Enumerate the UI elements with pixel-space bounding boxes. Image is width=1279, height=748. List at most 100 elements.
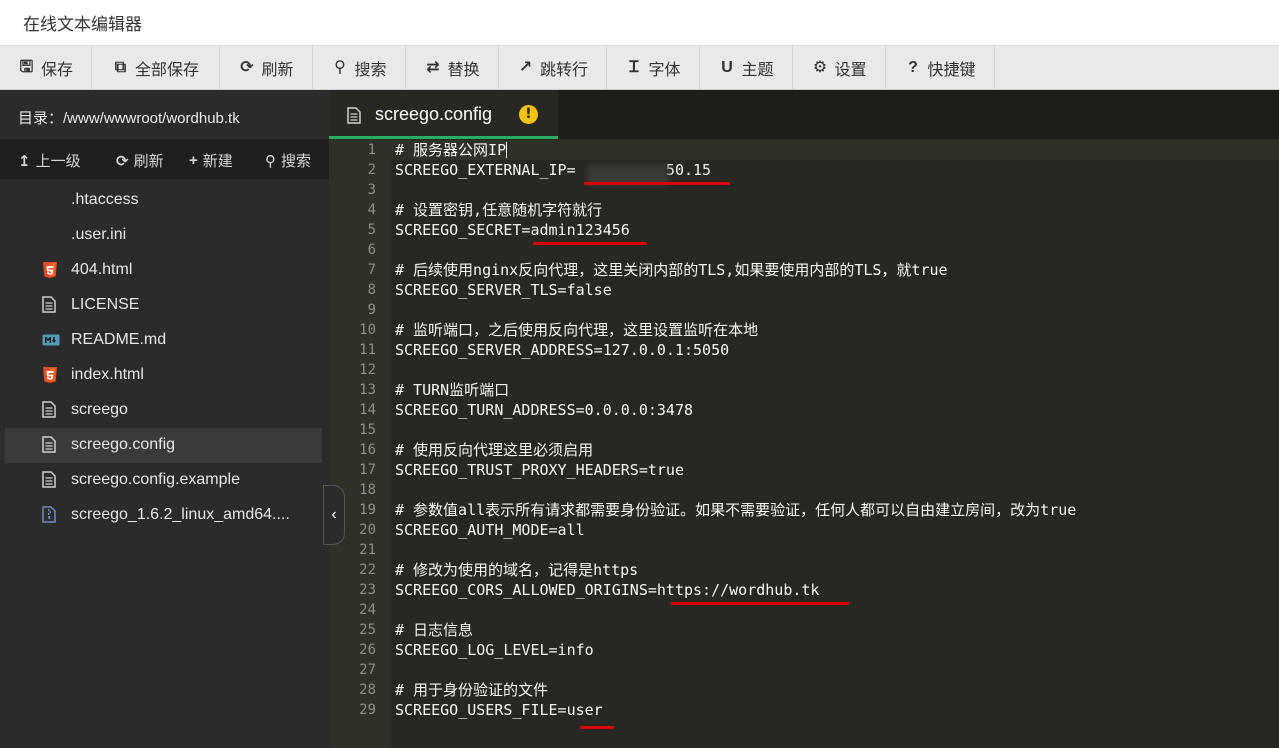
help-icon: ? <box>908 59 918 76</box>
unsaved-warning-icon: ! <box>519 105 538 124</box>
code-line: 9 <box>329 300 1279 320</box>
toolbar-theme-button[interactable]: U 主题 <box>700 46 793 90</box>
line-number: 6 <box>367 242 376 258</box>
file-item[interactable]: .user.ini <box>5 218 322 253</box>
copy-icon: ⧉ <box>114 59 127 76</box>
sidebar-actions: ↥ 上一级 ⟳ 刷新 + 新建 ⚲ 搜索 <box>0 139 329 179</box>
line-text: SCREEGO_TRUST_PROXY_HEADERS=true <box>395 461 684 479</box>
toolbar-replace-button[interactable]: ⇄ 替换 <box>406 46 499 90</box>
line-number: 8 <box>367 282 376 298</box>
toolbar-shortcuts-button[interactable]: ? 快捷键 <box>886 46 995 90</box>
file-item[interactable]: README.md <box>5 323 322 358</box>
file-sidebar: 目录：/www/wwwroot/wordhub.tk ↥ 上一级 ⟳ 刷新 + 新建 … <box>0 90 329 748</box>
replace-icon: ⇄ <box>426 59 440 76</box>
file-name: screego.config <box>71 436 176 453</box>
document-icon <box>42 401 58 419</box>
collapse-sidebar-button[interactable]: ‹ <box>323 485 345 545</box>
html5-icon <box>42 366 58 384</box>
code-line: 11 SCREEGO_SERVER_ADDRESS=127.0.0.1:5050 <box>329 340 1279 360</box>
search-icon: ⚲ <box>334 59 346 76</box>
chevron-left-icon: ‹ <box>331 506 337 523</box>
code-line: 26 SCREEGO_LOG_LEVEL=info <box>329 640 1279 660</box>
code-line: 3 <box>329 180 1279 200</box>
new-file-button[interactable]: + 新建 <box>189 150 233 171</box>
code-editor: screego.config ! 1 # 服务器公网IP 2 SCREEGO_EXTE… <box>329 90 1279 748</box>
toolbar-font-button[interactable]: Ɪ 字体 <box>607 46 700 90</box>
document-icon <box>42 436 58 454</box>
line-number: 13 <box>359 382 376 398</box>
line-number: 27 <box>359 662 376 678</box>
line-number: 9 <box>367 302 376 318</box>
line-number: 4 <box>367 202 376 218</box>
line-number: 25 <box>359 622 376 638</box>
file-name: .htaccess <box>71 191 139 208</box>
document-icon <box>42 471 58 489</box>
line-text: # 用于身份验证的文件 <box>395 681 549 699</box>
sidebar-refresh-button[interactable]: ⟳ 刷新 <box>116 150 164 171</box>
refresh-icon: ⟳ <box>116 152 129 170</box>
file-item[interactable]: screego.config <box>5 428 322 463</box>
file-name: screego.config.example <box>71 471 240 488</box>
line-text: # 设置密钥,任意随机字符就行 <box>395 201 603 219</box>
app-titlebar: 在线文本编辑器 <box>0 0 1279 46</box>
file-name: LICENSE <box>71 296 140 313</box>
annotation-underline-user <box>580 726 614 729</box>
line-text: # 日志信息 <box>395 621 474 639</box>
no-icon <box>42 191 58 209</box>
code-line: 19 # 参数值all表示所有请求都需要身份验证。如果不需要验证，任何人都可以自由… <box>329 500 1279 520</box>
arrow-up-icon: ↥ <box>18 152 31 170</box>
toolbar-refresh-button[interactable]: ⟳ 刷新 <box>220 46 313 90</box>
line-number: 17 <box>359 462 376 478</box>
tab-screego-config[interactable]: screego.config ! <box>329 90 558 139</box>
toolbar-search-button[interactable]: ⚲ 搜索 <box>313 46 406 90</box>
code-line: 6 <box>329 240 1279 260</box>
line-number: 23 <box>359 582 376 598</box>
up-level-button[interactable]: ↥ 上一级 <box>18 150 81 171</box>
file-item[interactable]: screego.config.example <box>5 463 322 498</box>
line-number: 3 <box>367 182 376 198</box>
toolbar-save-all-button[interactable]: ⧉ 全部保存 <box>92 46 220 90</box>
annotation-underline-ip <box>584 182 730 185</box>
file-name: .user.ini <box>71 226 127 243</box>
line-number: 2 <box>367 162 376 178</box>
code-line: 29 SCREEGO_USERS_FILE=user <box>329 700 1279 720</box>
line-text: SCREEGO_CORS_ALLOWED_ORIGINS=https://wor… <box>395 581 820 599</box>
current-directory: 目录：/www/wwwroot/wordhub.tk <box>18 110 240 127</box>
markdown-icon <box>42 331 60 349</box>
line-number: 11 <box>359 342 376 358</box>
line-text: SCREEGO_USERS_FILE=user <box>395 701 603 719</box>
plus-icon: + <box>189 152 198 169</box>
file-item[interactable]: 404.html <box>5 253 322 288</box>
file-item[interactable]: LICENSE <box>5 288 322 323</box>
line-number: 14 <box>359 402 376 418</box>
code-line: 20 SCREEGO_AUTH_MODE=all <box>329 520 1279 540</box>
line-text: SCREEGO_TURN_ADDRESS=0.0.0.0:3478 <box>395 401 694 419</box>
line-number: 1 <box>367 142 376 158</box>
file-item[interactable]: index.html <box>5 358 322 393</box>
toolbar-goto-line-button[interactable]: ↗ 跳转行 <box>499 46 607 90</box>
line-text: # 服务器公网IP <box>395 141 507 159</box>
code-line: 22 # 修改为使用的域名，记得是https <box>329 560 1279 580</box>
toolbar-settings-button[interactable]: ⚙ 设置 <box>793 46 886 90</box>
archive-icon <box>42 506 58 524</box>
file-item[interactable]: screego_1.6.2_linux_amd64.... <box>5 498 322 533</box>
line-number: 12 <box>359 362 376 378</box>
code-line: 17 SCREEGO_TRUST_PROXY_HEADERS=true <box>329 460 1279 480</box>
annotation-underline-domain <box>671 602 849 605</box>
file-name: 404.html <box>71 261 133 278</box>
sidebar-search-button[interactable]: ⚲ 搜索 <box>265 150 311 171</box>
html5-icon <box>42 261 58 279</box>
no-icon <box>42 226 58 244</box>
file-item[interactable]: .htaccess <box>5 183 322 218</box>
line-number: 10 <box>359 322 376 338</box>
line-text: SCREEGO_SECRET=admin123456 <box>395 221 630 239</box>
line-number: 26 <box>359 642 376 658</box>
code-line: 14 SCREEGO_TURN_ADDRESS=0.0.0.0:3478 <box>329 400 1279 420</box>
code-line: 16 # 使用反向代理这里必须启用 <box>329 440 1279 460</box>
file-item[interactable]: screego <box>5 393 322 428</box>
gear-icon: ⚙ <box>812 59 828 76</box>
line-text: # 修改为使用的域名，记得是https <box>395 561 639 579</box>
code-line: 18 <box>329 480 1279 500</box>
document-icon <box>347 107 361 124</box>
toolbar-save-button[interactable]: 🖫 保存 <box>0 46 92 90</box>
